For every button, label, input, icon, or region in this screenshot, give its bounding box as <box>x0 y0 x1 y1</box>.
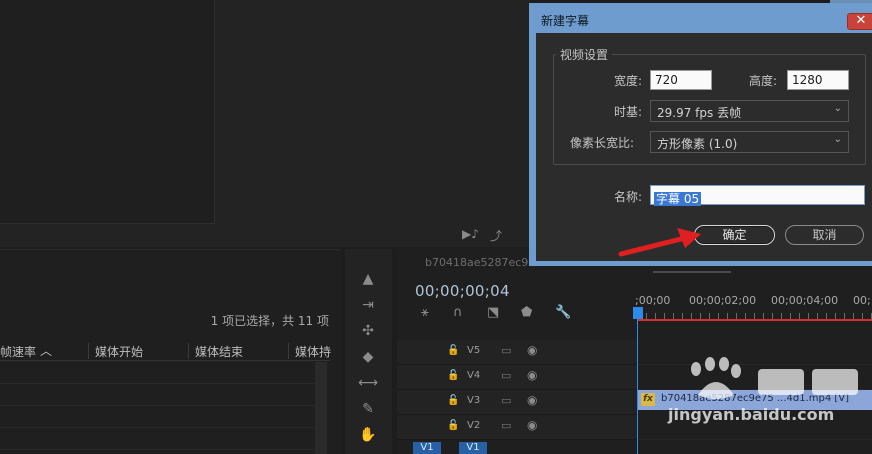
track-header-v3[interactable]: 🔓 V3 ▭ ◉ <box>397 390 637 415</box>
column-divider[interactable] <box>88 343 89 359</box>
eye-icon[interactable]: ◉ <box>527 418 537 432</box>
group-title: 视频设置 <box>556 46 613 63</box>
ok-button[interactable]: 确定 <box>694 225 775 245</box>
ruler-label: 00;00;04;00 <box>771 294 839 307</box>
height-label: 高度: <box>749 74 778 88</box>
eye-icon[interactable]: ◉ <box>527 368 537 382</box>
list-item[interactable] <box>0 362 315 384</box>
track-target-v1[interactable]: V1 <box>459 442 487 454</box>
name-field[interactable]: 字幕 05 <box>650 185 865 206</box>
column-divider[interactable] <box>288 343 289 359</box>
sync-lock-icon[interactable]: ▭ <box>501 369 511 382</box>
column-headers: 帧速率 ︿ 媒体开始 媒体结束 媒体持 <box>0 341 331 361</box>
hand-tool-icon[interactable]: ✋ <box>358 425 378 445</box>
ruler-label: ;00;00 <box>635 294 671 307</box>
tab-underline <box>653 271 731 273</box>
nest-icon[interactable]: ⚹ <box>421 305 429 320</box>
baidu-jingyan-watermark: jingyan.baidu.com <box>668 355 872 435</box>
track-header-v5[interactable]: 🔓 V5 ▭ ◉ <box>397 340 637 365</box>
pixel-aspect-value: 方形像素 (1.0) <box>657 137 738 151</box>
selection-tool-icon[interactable]: ▲ <box>358 269 378 289</box>
premiere-workspace: ▶♪ ⤴ 1 项已选择，共 11 项 帧速率 ︿ 媒体开始 媒体结束 媒体持 ▲… <box>0 0 872 454</box>
lock-icon[interactable]: 🔓 <box>447 370 459 381</box>
ripple-edit-tool-icon[interactable]: ✣ <box>358 321 378 341</box>
lock-icon[interactable]: 🔓 <box>447 345 459 356</box>
sync-lock-icon[interactable]: ▭ <box>501 394 511 407</box>
project-panel: 1 项已选择，共 11 项 帧速率 ︿ 媒体开始 媒体结束 媒体持 <box>0 249 341 454</box>
track-name: V3 <box>467 395 481 406</box>
lock-icon[interactable]: 🔓 <box>447 395 459 406</box>
sort-ascending-icon[interactable]: ︿ <box>40 342 52 359</box>
fx-badge[interactable]: fx <box>641 393 655 406</box>
sync-lock-icon[interactable]: ▭ <box>501 419 511 432</box>
annotation-arrow-icon <box>618 228 701 257</box>
ruler-label: 00;00;02;00 <box>689 294 757 307</box>
playhead-line[interactable] <box>637 319 638 454</box>
list-item[interactable] <box>0 428 315 450</box>
eye-icon[interactable]: ◉ <box>527 393 537 407</box>
chevron-down-icon: ⌄ <box>833 134 842 145</box>
wrench-icon[interactable]: 🔧 <box>555 305 571 320</box>
timecode-display[interactable]: 00;00;00;04 <box>415 282 510 300</box>
snap-icon[interactable]: ∩ <box>453 305 463 320</box>
width-label: 宽度: <box>614 74 643 88</box>
project-scrollbar[interactable] <box>315 362 327 454</box>
track-header-v2[interactable]: 🔓 V2 ▭ ◉ <box>397 415 637 440</box>
name-label: 名称: <box>614 190 643 204</box>
playhead-handle[interactable] <box>633 307 643 319</box>
column-divider[interactable] <box>188 343 189 359</box>
ruler-label: 00; <box>853 294 871 307</box>
eye-icon[interactable]: ◉ <box>527 343 537 357</box>
column-frame-rate[interactable]: 帧速率 <box>0 343 36 360</box>
razor-tool-icon[interactable]: ◆ <box>358 347 378 367</box>
lock-icon[interactable]: 🔓 <box>447 420 459 431</box>
audio-icon[interactable]: ▶♪ <box>462 227 479 241</box>
sync-lock-icon[interactable]: ▭ <box>501 344 511 357</box>
pixel-aspect-select[interactable]: 方形像素 (1.0) ⌄ <box>650 131 849 153</box>
track-name: V5 <box>467 345 481 356</box>
column-media-start[interactable]: 媒体开始 <box>95 343 143 360</box>
name-value: 字幕 05 <box>654 192 702 206</box>
baidu-paw-logo-icon <box>691 357 858 399</box>
track-header-v4[interactable]: 🔓 V4 ▭ ◉ <box>397 365 637 390</box>
work-area-bar[interactable] <box>637 319 872 321</box>
chevron-down-icon: ⌄ <box>833 103 842 114</box>
track-name: V4 <box>467 370 481 381</box>
timebase-value: 29.97 fps 丢帧 <box>657 106 742 120</box>
column-media-duration[interactable]: 媒体持 <box>295 343 331 360</box>
program-monitor-panel: ▶♪ ⤴ <box>0 0 530 247</box>
list-item[interactable] <box>0 384 315 406</box>
export-frame-icon[interactable]: ⤴ <box>490 227 502 244</box>
dialog-title: 新建字幕 <box>541 14 590 28</box>
source-patch-v1[interactable]: V1 <box>413 442 441 454</box>
column-media-end[interactable]: 媒体结束 <box>195 343 243 360</box>
track-name: V2 <box>467 420 481 431</box>
monitor-screen <box>0 0 215 224</box>
watermark-text: jingyan.baidu.com <box>668 405 835 424</box>
close-button[interactable]: ✕ <box>847 13 872 30</box>
dialog-titlebar[interactable]: 新建字幕 ✕ <box>529 3 872 31</box>
add-marker-icon[interactable]: ⬟ <box>521 305 532 320</box>
timebase-select[interactable]: 29.97 fps 丢帧 ⌄ <box>650 100 849 122</box>
pixel-aspect-label: 像素长宽比: <box>570 136 635 150</box>
slip-tool-icon[interactable]: ⟷ <box>358 373 378 393</box>
list-item[interactable] <box>0 406 315 428</box>
pen-tool-icon[interactable]: ✎ <box>358 399 378 419</box>
width-field[interactable] <box>650 70 712 90</box>
tools-panel: ▲ ⇥ ✣ ◆ ⟷ ✎ ✋ <box>345 249 392 454</box>
track-select-tool-icon[interactable]: ⇥ <box>358 295 378 315</box>
selection-info: 1 项已选择，共 11 项 <box>210 314 329 328</box>
linked-selection-icon[interactable]: ⬔ <box>487 305 499 320</box>
timebase-label: 时基: <box>614 105 643 119</box>
cancel-button[interactable]: 取消 <box>785 225 864 245</box>
height-field[interactable] <box>787 70 849 90</box>
